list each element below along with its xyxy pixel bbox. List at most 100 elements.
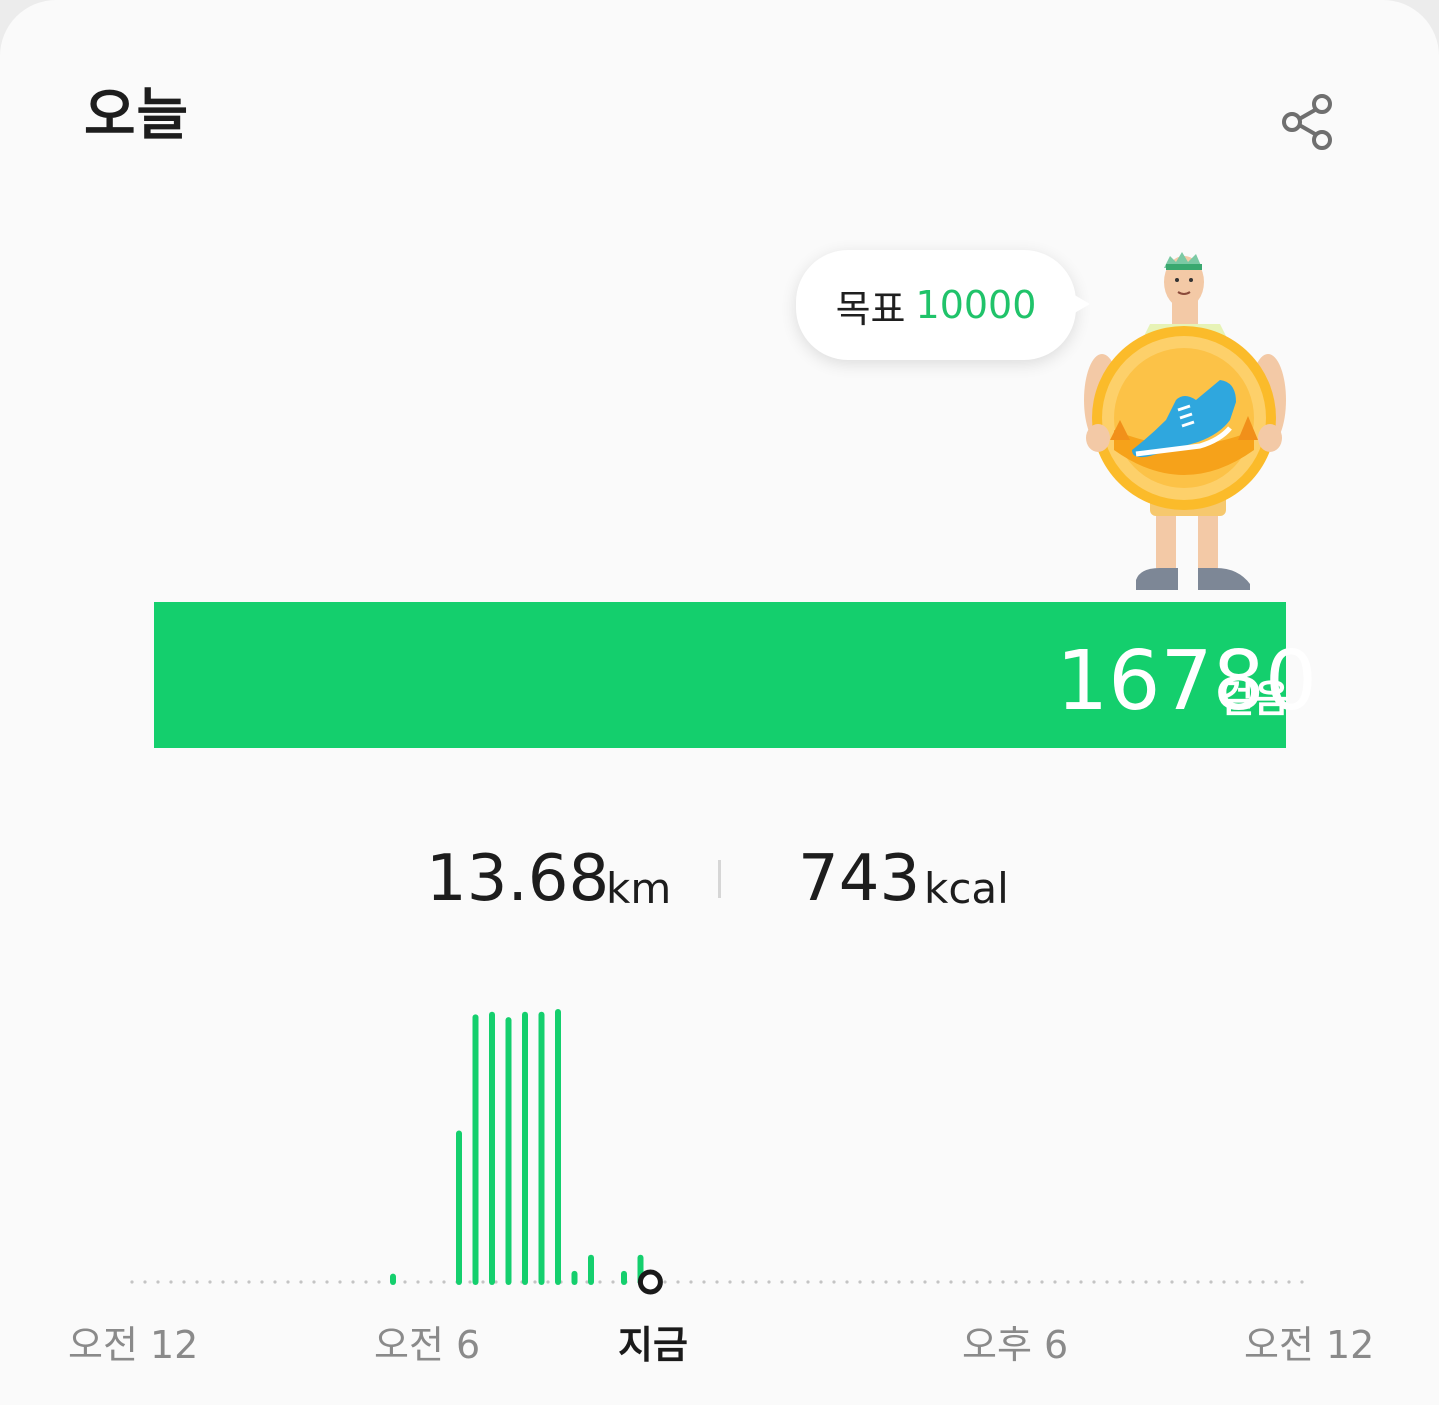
baseline-dot <box>936 1280 940 1284</box>
baseline-dot <box>169 1280 173 1284</box>
baseline-dot <box>897 1280 901 1284</box>
baseline-dot <box>416 1280 420 1284</box>
goal-bubble: 목표 10000 <box>796 250 1076 360</box>
baseline-dot <box>546 1280 550 1284</box>
stats-divider <box>718 860 721 898</box>
baseline-dot <box>1001 1280 1005 1284</box>
baseline-dot <box>611 1280 615 1284</box>
steps-card: 오늘 목표 10000 16780 걸음 13.68 km 743 kcal 오… <box>0 0 1439 1405</box>
time-label-now: 지금 <box>618 1323 688 1367</box>
calories-unit: kcal <box>924 864 1009 913</box>
baseline-dot <box>130 1280 134 1284</box>
baseline-dot <box>442 1280 446 1284</box>
baseline-dot <box>221 1280 225 1284</box>
baseline-dot <box>676 1280 680 1284</box>
baseline-dot <box>403 1280 407 1284</box>
baseline-dot <box>598 1280 602 1284</box>
baseline-dot <box>247 1280 251 1284</box>
baseline-dot <box>299 1280 303 1284</box>
baseline-dot <box>1261 1280 1265 1284</box>
baseline-dot <box>1066 1280 1070 1284</box>
hourly-steps-chart <box>0 990 1439 1300</box>
baseline-dot <box>871 1280 875 1284</box>
distance-unit: km <box>606 864 672 913</box>
baseline-dot <box>819 1280 823 1284</box>
baseline-dot <box>741 1280 745 1284</box>
baseline-dot <box>156 1280 160 1284</box>
baseline-dot <box>338 1280 342 1284</box>
baseline-dot <box>949 1280 953 1284</box>
time-label-6am: 오전 6 <box>374 1323 481 1367</box>
baseline-dot <box>234 1280 238 1284</box>
distance-value: 13.68 <box>426 842 610 916</box>
baseline-dot <box>663 1280 667 1284</box>
baseline-dot <box>1248 1280 1252 1284</box>
baseline-dot <box>1131 1280 1135 1284</box>
baseline-dot <box>780 1280 784 1284</box>
calories-value: 743 <box>798 842 921 916</box>
baseline-dot <box>1027 1280 1031 1284</box>
baseline-dot <box>1300 1280 1304 1284</box>
baseline-dot <box>1196 1280 1200 1284</box>
baseline-dot <box>975 1280 979 1284</box>
baseline-dot <box>715 1280 719 1284</box>
page-title: 오늘 <box>84 83 190 148</box>
baseline-dot <box>1014 1280 1018 1284</box>
baseline-dot <box>806 1280 810 1284</box>
baseline-dot <box>273 1280 277 1284</box>
baseline-dot <box>1287 1280 1291 1284</box>
baseline-dot <box>910 1280 914 1284</box>
baseline-dot <box>1170 1280 1174 1284</box>
baseline-dot <box>1118 1280 1122 1284</box>
baseline-dot <box>1235 1280 1239 1284</box>
baseline-dot <box>728 1280 732 1284</box>
baseline-dot <box>1157 1280 1161 1284</box>
time-label-start: 오전 12 <box>68 1323 199 1367</box>
goal-value: 10000 <box>915 283 1037 327</box>
baseline-dot <box>858 1280 862 1284</box>
baseline-dot <box>208 1280 212 1284</box>
baseline-dot <box>1053 1280 1057 1284</box>
time-label-6pm: 오후 6 <box>962 1323 1069 1367</box>
baseline-dot <box>1209 1280 1213 1284</box>
baseline-dot <box>1222 1280 1226 1284</box>
hourly-steps-svg <box>130 1009 1304 1295</box>
baseline-dot <box>845 1280 849 1284</box>
baseline-dot <box>1144 1280 1148 1284</box>
baseline-dot <box>351 1280 355 1284</box>
current-time-marker <box>637 1269 663 1295</box>
baseline-dot <box>377 1280 381 1284</box>
baseline-dot <box>325 1280 329 1284</box>
baseline-dot <box>923 1280 927 1284</box>
time-label-end: 오전 12 <box>1244 1323 1375 1367</box>
share-icon[interactable] <box>1276 90 1340 154</box>
baseline-dot <box>832 1280 836 1284</box>
baseline-dot <box>1079 1280 1083 1284</box>
baseline-dot <box>260 1280 264 1284</box>
baseline-dot <box>182 1280 186 1284</box>
baseline-dot <box>533 1280 537 1284</box>
baseline-dot <box>1105 1280 1109 1284</box>
baseline-dot <box>754 1280 758 1284</box>
baseline-dot <box>988 1280 992 1284</box>
step-unit: 걸음 <box>1219 677 1289 721</box>
baseline-dot <box>884 1280 888 1284</box>
baseline-dot <box>793 1280 797 1284</box>
baseline-dot <box>1183 1280 1187 1284</box>
baseline-dot <box>286 1280 290 1284</box>
baseline-dot <box>962 1280 966 1284</box>
baseline-dot <box>364 1280 368 1284</box>
baseline-dot <box>702 1280 706 1284</box>
baseline-dot <box>143 1280 147 1284</box>
mascot-illustration <box>1080 250 1290 600</box>
baseline-dot <box>468 1280 472 1284</box>
baseline-dot <box>767 1280 771 1284</box>
baseline-dot <box>1274 1280 1278 1284</box>
baseline-dot <box>1092 1280 1096 1284</box>
baseline-dot <box>312 1280 316 1284</box>
baseline-dot <box>481 1280 485 1284</box>
baseline-dot <box>1040 1280 1044 1284</box>
activity-stats: 13.68 km 743 kcal <box>0 840 1439 930</box>
baseline-dot <box>195 1280 199 1284</box>
goal-label: 목표 <box>835 286 906 331</box>
